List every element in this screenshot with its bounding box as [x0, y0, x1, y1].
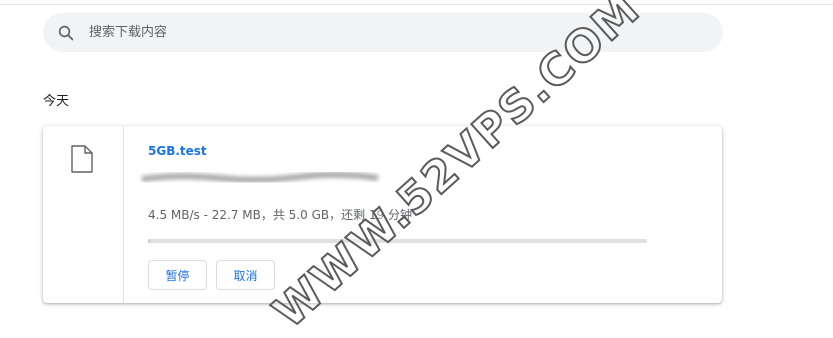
download-card: 5GB.test 4.5 MB/s - 22.7 MB，共 5.0 GB，还剩 … — [43, 126, 722, 303]
download-status: 4.5 MB/s - 22.7 MB，共 5.0 GB，还剩 19 分钟 — [148, 208, 413, 222]
cancel-button[interactable]: 取消 — [216, 260, 275, 290]
file-url-redacted — [141, 171, 379, 183]
progress-fill — [148, 239, 151, 243]
progress-bar — [148, 239, 647, 243]
section-date-label: 今天 — [43, 94, 70, 109]
search-icon — [58, 25, 74, 41]
file-icon — [71, 145, 93, 173]
file-name-link[interactable]: 5GB.test — [148, 144, 207, 158]
pause-button[interactable]: 暂停 — [148, 260, 207, 290]
search-input[interactable] — [89, 13, 689, 52]
file-icon-column — [43, 126, 124, 303]
top-divider — [0, 4, 833, 5]
search-bar[interactable] — [43, 13, 723, 52]
